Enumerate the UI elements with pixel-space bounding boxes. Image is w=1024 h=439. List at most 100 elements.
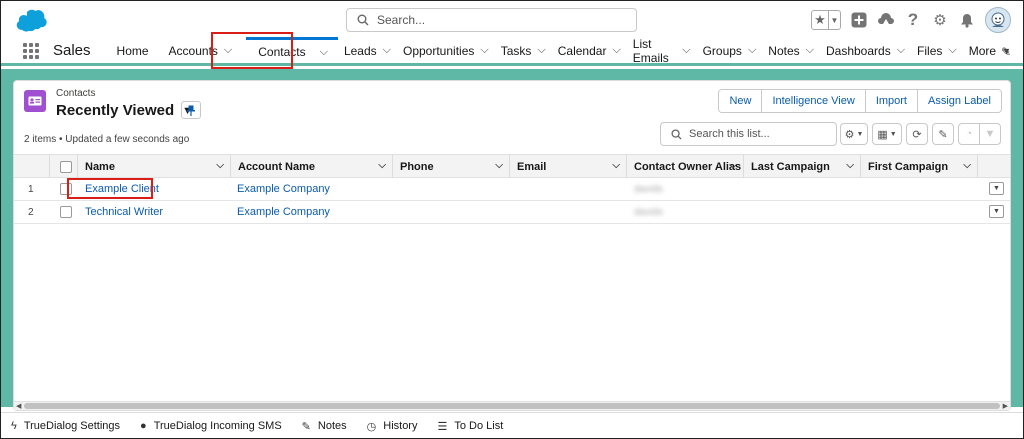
chevron-down-icon[interactable]: ⌵ xyxy=(216,160,224,171)
column-header-first-campaign[interactable]: First Campaign ⌵ xyxy=(861,155,978,178)
utility-truedialog-incoming-sms[interactable]: ● TrueDialog Incoming SMS xyxy=(140,420,282,432)
bolt-icon: ϟ xyxy=(11,420,17,432)
checklist-icon: ☰ xyxy=(437,420,448,433)
nav-item-tasks[interactable]: Tasks ⌵ xyxy=(501,37,558,65)
chevron-down-icon[interactable]: ⌵ xyxy=(948,44,956,57)
list-view-selector[interactable]: Recently Viewed ▼ xyxy=(56,102,193,119)
chevron-down-icon[interactable]: ⌵ xyxy=(537,44,545,57)
chevron-down-icon[interactable]: ⌵ xyxy=(612,44,620,57)
nav-item-notes[interactable]: Notes ⌵ xyxy=(768,37,826,65)
list-view-controls-gear-icon[interactable]: ⚙ ▼ xyxy=(840,123,868,145)
utility-truedialog-settings[interactable]: ϟ TrueDialog Settings xyxy=(11,420,120,432)
app-frame: ★ ▼ ? ⚙ Sales Home Accounts⌵ Cont xyxy=(0,0,1024,439)
chevron-down-icon[interactable]: ⌵ xyxy=(612,160,620,171)
chevron-down-icon[interactable]: ⌵ xyxy=(495,160,503,171)
row-checkbox-cell xyxy=(60,201,72,223)
bell-icon[interactable] xyxy=(958,11,976,29)
column-header-last-campaign[interactable]: Last Campaign ⌵ xyxy=(744,155,861,178)
global-search-input[interactable] xyxy=(377,13,617,27)
global-header: ★ ▼ ? ⚙ xyxy=(1,1,1023,38)
refresh-icon[interactable]: ⟳ xyxy=(906,123,928,145)
import-button[interactable]: Import xyxy=(864,90,917,112)
row-checkbox[interactable] xyxy=(60,206,72,218)
scroll-left-icon[interactable]: ◀ xyxy=(16,402,21,410)
column-header-email[interactable]: Email ⌵ xyxy=(510,155,627,178)
pin-icon[interactable] xyxy=(181,101,201,119)
chevron-down-icon[interactable]: ⌵ xyxy=(378,160,386,171)
chart-icon[interactable]: ◔ xyxy=(958,123,980,145)
note-icon: ✎ xyxy=(301,420,311,433)
app-name: Sales xyxy=(53,42,91,59)
table-header: Name ⌵ Account Name ⌵ Phone ⌵ Email ⌵ Contac… xyxy=(14,154,1010,178)
column-header-contact-owner-alias[interactable]: Contact Owner Alias ⌵ xyxy=(627,155,744,178)
contact-card-icon xyxy=(24,90,46,112)
nav-item-calendar[interactable]: Calendar ⌵ xyxy=(558,37,633,65)
chevron-down-icon[interactable]: ⌵ xyxy=(320,46,328,59)
chevron-down-icon[interactable]: ⌵ xyxy=(748,44,756,57)
column-header-phone[interactable]: Phone ⌵ xyxy=(393,155,510,178)
list-search-input[interactable] xyxy=(689,128,829,140)
filter-icon[interactable]: ▼ xyxy=(979,123,1001,145)
chevron-down-icon[interactable]: ⌵ xyxy=(729,160,737,171)
select-all-checkbox[interactable] xyxy=(60,160,72,173)
chevron-down-icon[interactable]: ⌵ xyxy=(806,44,814,57)
list-view-card: Contacts Recently Viewed ▼ New Intellige… xyxy=(13,80,1011,411)
trailhead-icon[interactable] xyxy=(877,11,895,29)
help-icon[interactable]: ? xyxy=(904,10,922,29)
intelligence-view-button[interactable]: Intelligence View xyxy=(761,90,865,112)
table-row: 1 Example Client Example Company davids … xyxy=(14,178,1010,201)
display-as-table-icon[interactable]: ▦ ▼ xyxy=(872,123,902,145)
chevron-down-icon[interactable]: ⌵ xyxy=(682,44,690,57)
user-avatar[interactable] xyxy=(985,7,1011,33)
utility-notes[interactable]: ✎ Notes xyxy=(302,420,347,433)
chevron-down-icon[interactable]: ⌵ xyxy=(846,160,854,171)
scrollbar-thumb[interactable] xyxy=(24,403,1000,409)
account-name-link[interactable]: Example Company xyxy=(237,178,330,200)
utility-history[interactable]: ◷ History xyxy=(367,420,418,433)
nav-item-leads[interactable]: Leads ⌵ xyxy=(344,37,403,65)
app-launcher-icon[interactable] xyxy=(23,42,39,59)
global-search[interactable] xyxy=(346,8,637,32)
gear-icon[interactable]: ⚙ xyxy=(931,11,949,29)
global-actions-plus-icon[interactable] xyxy=(850,11,868,29)
nav-item-dashboards[interactable]: Dashboards ⌵ xyxy=(826,37,917,65)
nav-item-files[interactable]: Files ⌵ xyxy=(917,37,969,65)
header-actions: ★ ▼ ? ⚙ xyxy=(811,7,1011,33)
salesforce-cloud-logo[interactable] xyxy=(13,8,47,32)
chevron-down-icon[interactable]: ⌵ xyxy=(480,44,488,57)
nav-item-list-emails[interactable]: List Emails ⌵ xyxy=(633,37,703,65)
utility-to-do-list[interactable]: ☰ To Do List xyxy=(437,420,503,433)
new-button[interactable]: New xyxy=(719,90,762,112)
chat-icon: ● xyxy=(140,420,147,432)
chevron-down-icon[interactable]: ⌵ xyxy=(897,44,905,57)
nav-item-opportunities[interactable]: Opportunities ⌵ xyxy=(403,37,501,65)
star-icon[interactable]: ★ xyxy=(812,11,828,29)
column-header-name[interactable]: Name ⌵ xyxy=(78,155,231,178)
object-label: Contacts xyxy=(56,88,96,99)
navigation-bar: Sales Home Accounts ⌵ Contacts ⌵ Leads ⌵ Op… xyxy=(1,36,1023,66)
row-actions-chevron-down-icon[interactable]: ▼ xyxy=(989,182,1004,195)
scroll-right-icon[interactable]: ▶ xyxy=(1003,402,1008,410)
chevron-down-icon[interactable]: ⌵ xyxy=(383,44,391,57)
edit-nav-pencil-icon[interactable]: ✎ xyxy=(1001,45,1011,59)
nav-item-home[interactable]: Home xyxy=(117,37,155,65)
favorites-group[interactable]: ★ ▼ xyxy=(811,10,841,30)
nav-item-groups[interactable]: Groups ⌵ xyxy=(703,37,769,65)
list-meta-info: 2 items • Updated a few seconds ago xyxy=(24,134,190,145)
row-actions-chevron-down-icon[interactable]: ▼ xyxy=(989,205,1004,218)
list-view-title: Recently Viewed xyxy=(56,102,175,119)
horizontal-scrollbar[interactable]: ◀ ▶ xyxy=(14,401,1010,410)
contact-name-link[interactable]: Technical Writer xyxy=(85,201,163,223)
column-header-account-name[interactable]: Account Name ⌵ xyxy=(231,155,393,178)
edit-list-pencil-icon[interactable]: ✎ xyxy=(932,123,954,145)
chevron-down-icon[interactable]: ▼ xyxy=(828,11,840,29)
chevron-down-icon[interactable]: ⌵ xyxy=(963,160,971,171)
list-action-buttons: New Intelligence View Import Assign Labe… xyxy=(718,89,1002,113)
nav-item-more[interactable]: More ▼ xyxy=(969,37,1023,65)
list-search[interactable] xyxy=(660,122,837,146)
select-all-header xyxy=(50,155,78,178)
search-icon xyxy=(357,14,369,26)
account-name-link[interactable]: Example Company xyxy=(237,201,330,223)
table-row: 2 Technical Writer Example Company david… xyxy=(14,201,1010,224)
assign-label-button[interactable]: Assign Label xyxy=(917,90,1001,112)
